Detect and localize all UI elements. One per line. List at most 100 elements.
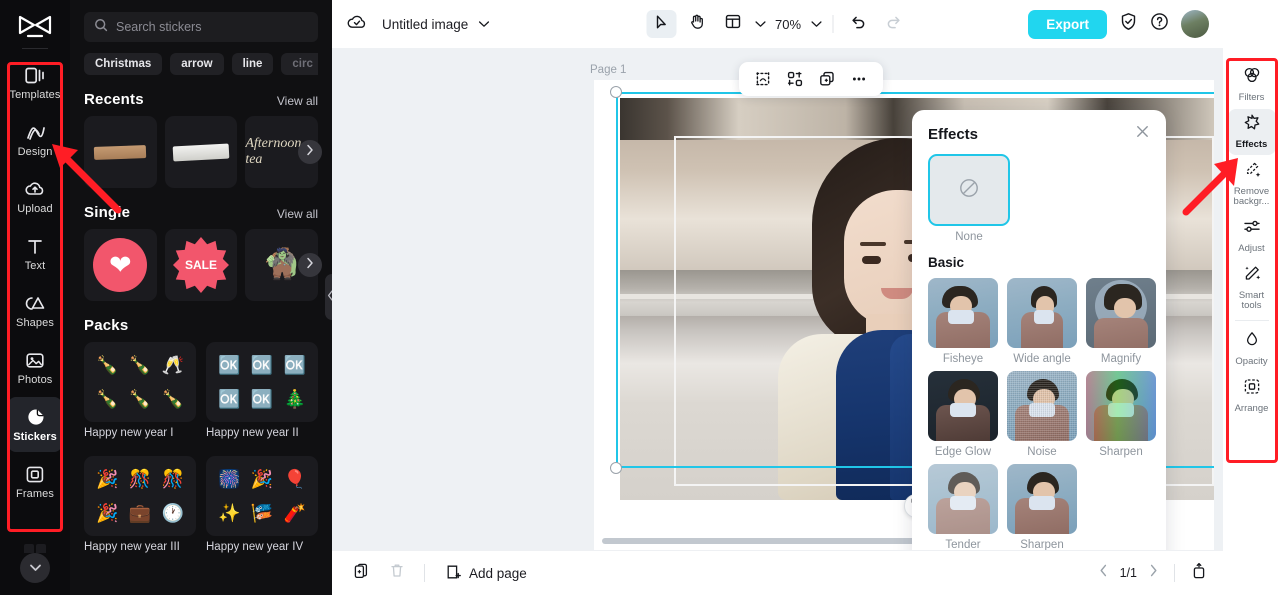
sidebar-item-label: Design [17,146,53,158]
tool-label: Filters [1238,92,1265,104]
sticker-tile[interactable] [164,116,238,188]
effect-thumbnail [1007,464,1077,534]
redo-button[interactable] [879,10,909,38]
resize-handle-top-left[interactable] [610,86,622,98]
tool-label: Adjust [1238,242,1265,254]
effect-label: Sharpen [1020,539,1064,550]
frames-icon [24,463,46,485]
tool-smart-tools[interactable]: Smart tools [1228,260,1276,316]
effect-none-thumbnail[interactable] [928,154,1010,226]
effect-item-edge-glow[interactable]: Edge Glow [928,371,998,458]
sidebar-item-upload[interactable]: Upload [8,169,62,224]
sidebar-item-text[interactable]: Text [8,226,62,281]
layout-tool-button[interactable] [718,10,748,38]
single-next-button[interactable] [298,253,322,277]
effect-item-sharpen[interactable]: Sharpen [1086,371,1156,458]
sidebar-item-design[interactable]: Design [8,112,62,167]
mask-icon[interactable] [783,67,807,91]
zoom-caret-icon[interactable] [810,15,822,33]
pack-glyph: 🎉 [250,469,274,489]
effect-none-option[interactable]: None [928,154,1010,243]
search-input[interactable]: Search stickers [84,12,318,42]
add-page-button[interactable]: Add page [445,563,527,584]
select-tool-button[interactable] [646,10,676,38]
canvas-area[interactable]: Page 1 Effects None Basic Fisheye Wide a… [332,48,1223,550]
pack-tile[interactable]: 🎆 🎉 🎈 ✨ 🎏 🧨 [206,456,318,536]
tool-remove-background[interactable]: Remove backgr... [1228,156,1276,212]
effect-item-sharpen-2[interactable]: Sharpen [1007,464,1077,550]
help-circle-icon[interactable] [1150,12,1169,36]
sticker-tile[interactable]: ❤ [84,229,157,301]
sticker-tile[interactable] [84,116,157,188]
recents-view-all-link[interactable]: View all [277,94,318,108]
effect-item-magnify[interactable]: Magnify [1086,278,1156,365]
sidebar-item-label: Stickers [13,431,57,443]
tool-effects[interactable]: Effects [1227,109,1276,155]
effects-panel-title: Effects [928,125,979,143]
sidebar-item-frames[interactable]: Frames [8,454,62,509]
chip-arrow[interactable]: arrow [170,53,224,75]
sidebar-item-stickers[interactable]: Stickers [8,397,62,452]
suggested-tag-chips: Christmas arrow line circ [84,53,318,75]
layout-caret-icon[interactable] [754,15,766,33]
prev-page-button[interactable] [1099,564,1108,582]
panel-collapse-handle[interactable] [325,274,332,320]
tool-arrange[interactable]: Arrange [1228,373,1276,419]
hand-tool-button[interactable] [682,10,712,38]
pack-tile[interactable]: 🆗 🆗 🆗 🆗 🆗 🎄 [206,342,318,422]
delete-page-button[interactable] [384,560,410,586]
zoom-level-value[interactable]: 70% [772,17,804,32]
shield-check-icon[interactable] [1119,12,1138,36]
document-title[interactable]: Untitled image [382,17,468,32]
tool-label: Effects [1235,139,1268,151]
chip-circle[interactable]: circ [281,53,318,75]
tool-opacity[interactable]: Opacity [1228,326,1276,372]
section-title: Single [84,204,131,221]
present-icon[interactable] [1191,562,1207,585]
recents-next-button[interactable] [298,140,322,164]
expand-more-button[interactable] [20,553,50,583]
resize-handle-bottom-left[interactable] [610,462,622,474]
single-view-all-link[interactable]: View all [277,207,318,221]
effect-item-wide-angle[interactable]: Wide angle [1007,278,1077,365]
upload-cloud-icon [24,178,46,200]
pack-tile[interactable]: 🍾 🍾 🥂 🍾 🍾 🍾 [84,342,196,422]
cloud-saved-icon[interactable] [346,13,368,36]
page-navigation: 1/1 [1099,562,1207,585]
sidebar-item-templates[interactable]: Templates [8,55,62,110]
export-button[interactable]: Export [1028,9,1107,39]
tool-adjust[interactable]: Adjust [1228,213,1276,259]
undo-button[interactable] [843,10,873,38]
capcut-logo[interactable] [13,10,57,44]
packs-section-header: Packs [84,317,318,334]
search-placeholder: Search stickers [116,20,202,34]
more-options-icon[interactable] [847,67,871,91]
top-toolbar: Untitled image 70% Export [332,0,1223,48]
chip-christmas[interactable]: Christmas [84,53,163,75]
effect-item-fisheye[interactable]: Fisheye [928,278,998,365]
tool-filters[interactable]: Filters [1228,62,1276,108]
duplicate-page-icon [353,562,370,584]
user-avatar[interactable] [1181,10,1209,38]
effect-thumbnail [928,464,998,534]
duplicate-icon[interactable] [815,67,839,91]
pack-glyph: 🆗 [218,389,241,409]
tool-label: Opacity [1235,356,1268,368]
document-title-caret-icon[interactable] [478,15,490,33]
sticker-tile[interactable]: SALE [164,229,238,301]
opacity-icon [1242,330,1262,354]
crop-icon[interactable] [751,67,775,91]
pack-glyph: 🍾 [128,355,152,375]
effect-item-noise[interactable]: Noise [1007,371,1077,458]
smart-tools-icon [1242,264,1262,288]
sidebar-item-shapes[interactable]: Shapes [8,283,62,338]
next-page-button[interactable] [1149,564,1158,582]
effect-label: Sharpen [1099,446,1143,458]
duplicate-page-button[interactable] [348,560,374,586]
effect-item-tender[interactable]: Tender [928,464,998,550]
pack-tile[interactable]: 🎉 🎊 🎊 🎉 💼 🕐 [84,456,196,536]
chip-line[interactable]: line [231,53,274,75]
sidebar-item-photos[interactable]: Photos [8,340,62,395]
close-icon[interactable] [1135,124,1150,144]
pack-label: Happy new year II [206,427,299,439]
